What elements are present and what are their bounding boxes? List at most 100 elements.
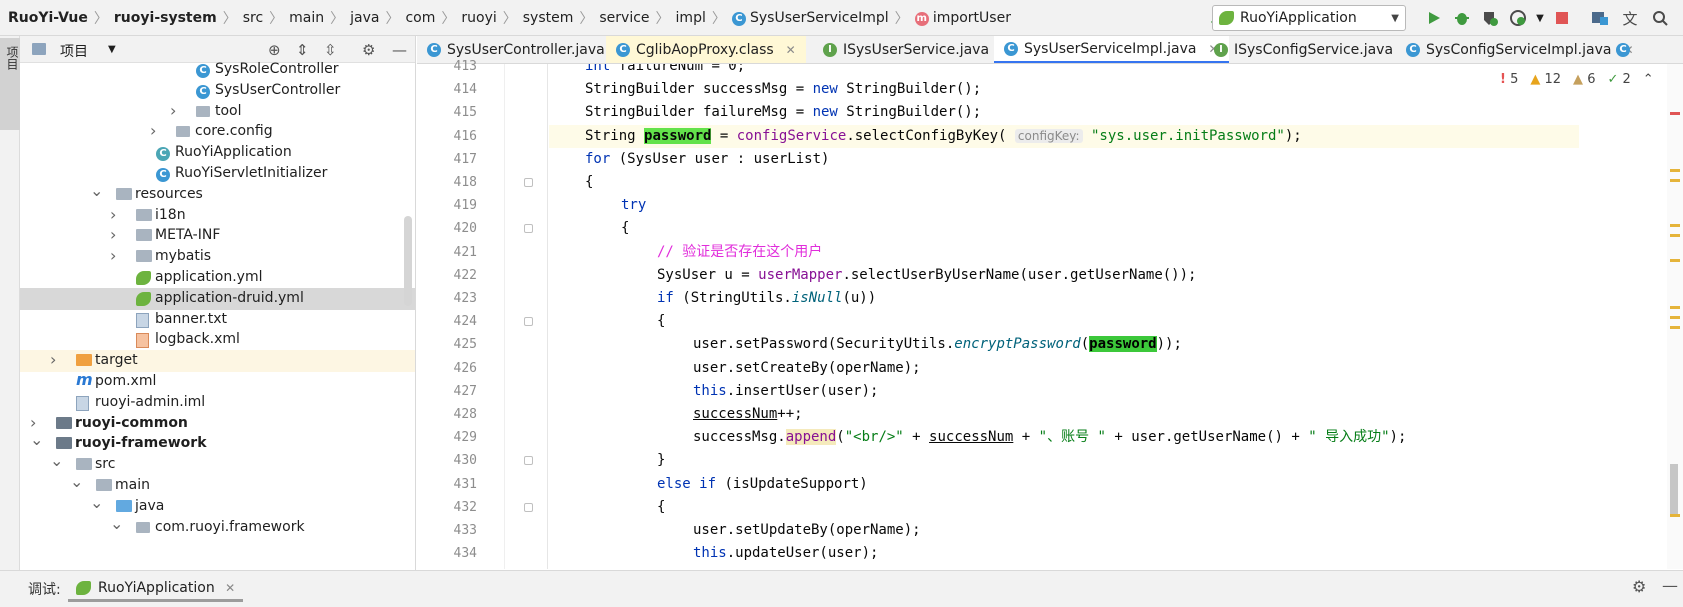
chevron-right-icon[interactable]: › bbox=[110, 205, 122, 224]
code-line[interactable]: int failureNum = 0; bbox=[549, 64, 1659, 78]
chevron-down-icon[interactable]: ⌄ bbox=[90, 181, 103, 200]
project-panel-title[interactable]: 项目 bbox=[60, 41, 88, 61]
tree-item[interactable]: ⌄ main bbox=[20, 472, 415, 497]
chevron-right-icon[interactable]: › bbox=[110, 246, 122, 265]
code-line[interactable]: } bbox=[549, 449, 1659, 472]
chevron-down-icon[interactable]: ⌄ bbox=[30, 430, 43, 449]
stripe-mark[interactable] bbox=[1670, 259, 1680, 262]
expand-all-icon[interactable]: ⇕ bbox=[296, 41, 309, 59]
tree-item[interactable]: › core.config bbox=[20, 121, 415, 143]
stripe-mark[interactable] bbox=[1670, 514, 1680, 517]
code-line[interactable]: this.updateUser(user); bbox=[549, 542, 1659, 565]
tree-item[interactable]: logback.xml bbox=[20, 329, 415, 351]
code-line[interactable]: String password = configService.selectCo… bbox=[549, 124, 1579, 148]
breadcrumb-item[interactable]: impl bbox=[676, 10, 706, 26]
code-line[interactable]: try bbox=[549, 194, 1659, 217]
breadcrumb-item[interactable]: ruoyi-system bbox=[114, 10, 217, 26]
search-everywhere-icon[interactable] bbox=[1650, 8, 1670, 28]
chevron-down-icon[interactable]: ⌄ bbox=[50, 451, 63, 470]
tab-cglibaopproxy-class[interactable]: C CglibAopProxy.class ✕ bbox=[606, 36, 806, 63]
code-line[interactable]: if (StringUtils.isNull(u)) bbox=[549, 287, 1659, 310]
code-line[interactable]: user.setUpdateBy(operName); bbox=[549, 519, 1659, 542]
stripe-mark[interactable] bbox=[1670, 179, 1680, 182]
tree-item[interactable]: ruoyi-admin.iml bbox=[20, 392, 415, 414]
breadcrumb-item[interactable]: main bbox=[289, 10, 324, 26]
chevron-right-icon[interactable]: › bbox=[150, 121, 162, 140]
chevron-down-icon[interactable]: ⌄ bbox=[110, 514, 123, 533]
tree-item[interactable]: C RuoYiApplication bbox=[20, 142, 415, 164]
tree-item[interactable]: C SysUserController bbox=[20, 80, 415, 102]
tree-item[interactable]: C RuoYiServletInitializer bbox=[20, 163, 415, 185]
code-editor[interactable]: int failureNum = 0; StringBuilder success… bbox=[549, 64, 1659, 569]
breadcrumb-item[interactable]: system bbox=[523, 10, 574, 26]
more-run-chevron-icon[interactable]: ▼ bbox=[1530, 8, 1550, 28]
code-line[interactable]: successMsg.append("<br/>" + successNum +… bbox=[549, 426, 1659, 449]
translate-icon[interactable]: 文 bbox=[1620, 8, 1640, 28]
tree-item[interactable]: › target bbox=[20, 350, 415, 373]
tree-item[interactable]: ⌄ com.ruoyi.framework bbox=[20, 514, 415, 539]
code-line[interactable]: // 验证是否存在这个用户 bbox=[549, 241, 1659, 264]
hide-panel-icon[interactable]: — bbox=[392, 41, 407, 59]
stripe-mark[interactable] bbox=[1670, 326, 1680, 329]
tree-item[interactable]: application.yml bbox=[20, 267, 415, 289]
inspection-widget[interactable]: ! 5 ▲ 12 ▲ 6 ✓ 2 ⌃ ⌄ bbox=[1500, 70, 1677, 88]
chevron-right-icon[interactable]: › bbox=[170, 101, 182, 120]
tree-item[interactable]: ⌄ java bbox=[20, 493, 415, 518]
stop-icon[interactable] bbox=[1552, 8, 1572, 28]
tree-item[interactable]: ⌄ ruoyi-framework bbox=[20, 430, 415, 455]
editor-scroll-thumb[interactable] bbox=[1670, 464, 1678, 514]
breadcrumb-item[interactable]: RuoYi-Vue bbox=[8, 10, 88, 26]
tab-overflow[interactable]: C bbox=[1606, 36, 1640, 63]
fold-toggle-icon[interactable] bbox=[524, 502, 533, 512]
chevron-down-icon[interactable]: ⌄ bbox=[90, 493, 103, 512]
tree-item[interactable]: › tool bbox=[20, 101, 415, 123]
tree-item[interactable]: › i18n bbox=[20, 205, 415, 227]
breadcrumb-item[interactable]: com bbox=[405, 10, 435, 26]
gear-icon[interactable]: ⚙ bbox=[1632, 577, 1646, 596]
code-line[interactable]: successNum++; bbox=[549, 403, 1659, 426]
tree-item[interactable]: C SysRoleController bbox=[20, 59, 415, 81]
close-icon[interactable]: ✕ bbox=[786, 43, 796, 57]
collapse-all-icon[interactable]: ⇳ bbox=[324, 41, 337, 59]
locate-target-icon[interactable]: ⊕ bbox=[268, 41, 281, 59]
breadcrumb-item[interactable]: m importUser bbox=[914, 10, 1011, 26]
tree-item[interactable]: › ruoyi-common bbox=[20, 413, 415, 435]
coverage-icon[interactable] bbox=[1480, 8, 1500, 28]
tree-item[interactable]: › META-INF bbox=[20, 225, 415, 247]
breadcrumb-item[interactable]: service bbox=[599, 10, 649, 26]
code-line[interactable]: { bbox=[549, 217, 1659, 240]
stripe-mark[interactable] bbox=[1670, 169, 1680, 172]
stripe-mark[interactable] bbox=[1670, 234, 1680, 237]
stripe-mark[interactable] bbox=[1670, 224, 1680, 227]
stripe-mark[interactable] bbox=[1670, 316, 1680, 319]
code-line[interactable]: { bbox=[549, 171, 1659, 194]
gear-icon[interactable]: ⚙ bbox=[362, 41, 375, 59]
code-line[interactable]: this.insertUser(user); bbox=[549, 380, 1659, 403]
hide-panel-icon[interactable]: — bbox=[1662, 576, 1678, 595]
breadcrumb-item[interactable]: java bbox=[350, 10, 379, 26]
tree-item[interactable]: ⌄ resources bbox=[20, 181, 415, 206]
stripe-mark[interactable] bbox=[1670, 112, 1680, 115]
project-tool-tab[interactable]: 项目 bbox=[0, 38, 20, 130]
close-icon[interactable]: ✕ bbox=[225, 581, 235, 595]
chevron-right-icon[interactable]: › bbox=[30, 413, 42, 432]
chevron-right-icon[interactable]: › bbox=[50, 350, 62, 369]
chevron-up-icon[interactable]: ⌃ bbox=[1643, 72, 1654, 87]
project-structure-icon[interactable] bbox=[1590, 8, 1610, 28]
code-line[interactable]: for (SysUser user : userList) bbox=[549, 148, 1659, 171]
tab-sysuserserviceimpl-java[interactable]: CSysUserServiceImpl.java✕ bbox=[994, 36, 1229, 63]
chevron-down-icon[interactable]: ▼ bbox=[108, 44, 116, 55]
code-line[interactable]: user.setPassword(SecurityUtils.encryptPa… bbox=[549, 333, 1659, 356]
fold-toggle-icon[interactable] bbox=[524, 224, 533, 234]
tree-item[interactable]: banner.txt bbox=[20, 309, 415, 331]
profiler-icon[interactable] bbox=[1508, 8, 1528, 28]
code-line[interactable]: { bbox=[549, 496, 1659, 519]
code-line[interactable]: SysUser u = userMapper.selectUserByUserN… bbox=[549, 264, 1659, 287]
code-line[interactable]: user.setCreateBy(operName); bbox=[549, 357, 1659, 380]
tree-item[interactable]: m pom.xml bbox=[20, 370, 415, 393]
code-line[interactable]: else if (isUpdateSupport) bbox=[549, 473, 1659, 496]
code-line[interactable]: StringBuilder failureMsg = new StringBui… bbox=[549, 101, 1659, 124]
chevron-right-icon[interactable]: › bbox=[110, 225, 122, 244]
fold-toggle-icon[interactable] bbox=[524, 178, 533, 187]
project-scrollbar[interactable] bbox=[404, 216, 412, 306]
